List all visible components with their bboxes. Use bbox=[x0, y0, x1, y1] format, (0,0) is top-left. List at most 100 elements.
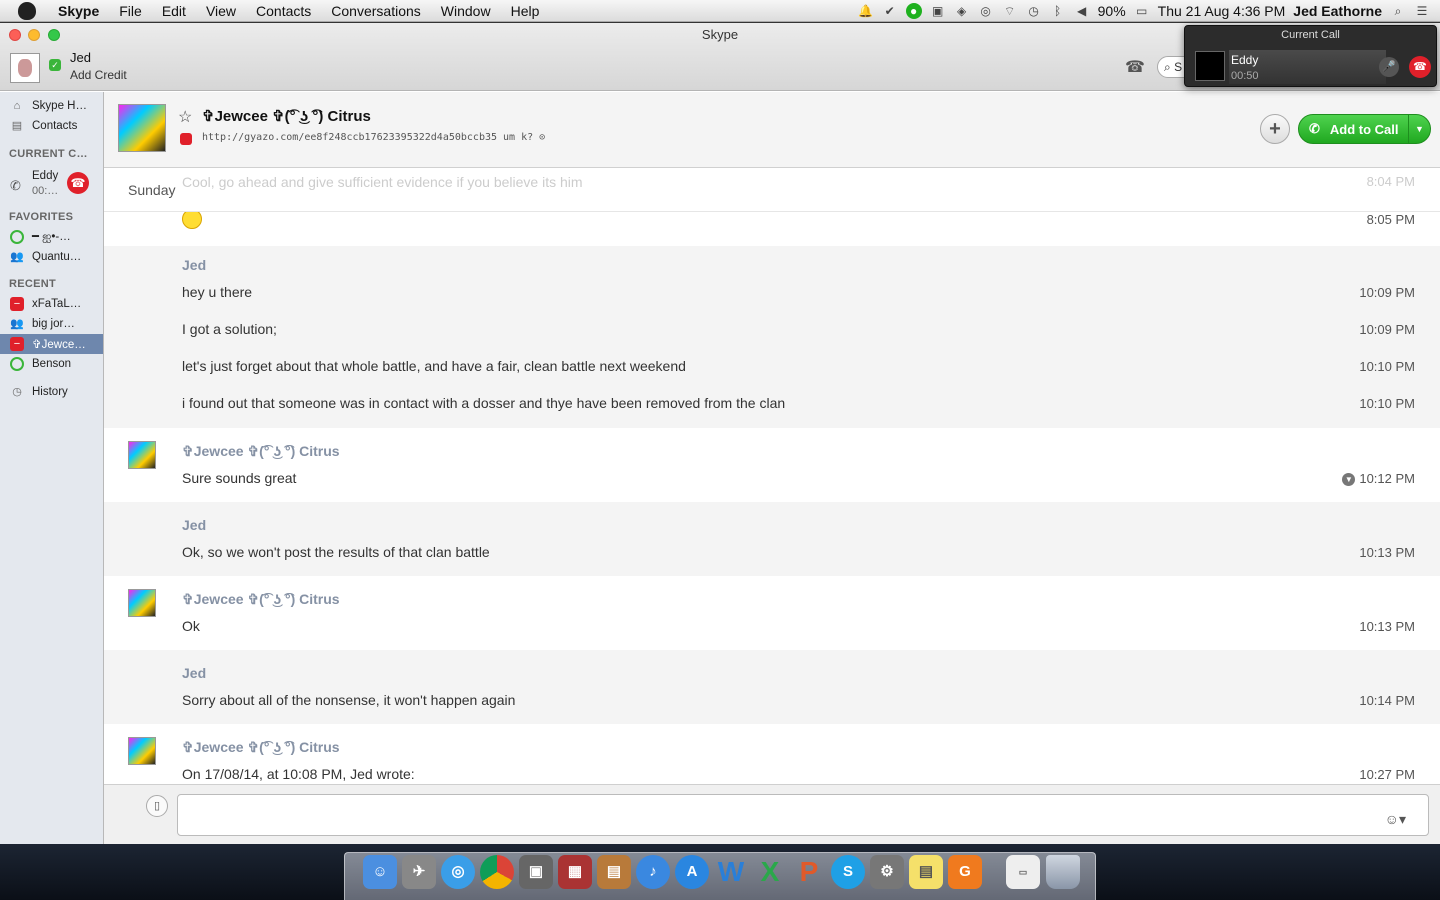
menubar-user[interactable]: Jed Eathorne bbox=[1293, 3, 1382, 19]
document-dock-icon[interactable]: ▭ bbox=[1006, 855, 1040, 889]
menu-view[interactable]: View bbox=[196, 3, 246, 19]
volume-icon[interactable]: ◀ bbox=[1074, 3, 1090, 19]
notification-center-icon[interactable]: ☰ bbox=[1414, 3, 1430, 19]
message-text[interactable]: Sure sounds great bbox=[182, 470, 296, 486]
itunes-dock-icon[interactable]: ♪ bbox=[636, 855, 670, 889]
contact-avatar[interactable] bbox=[128, 589, 156, 617]
contact-avatar[interactable] bbox=[128, 737, 156, 765]
call-video-thumbnail[interactable] bbox=[1195, 51, 1225, 81]
sidebar-item-favorite-1[interactable]: ━ ஐ•-… bbox=[0, 227, 103, 247]
message-text[interactable]: Sorry about all of the nonsense, it won'… bbox=[182, 692, 515, 708]
favorite-star-icon[interactable]: ☆ bbox=[178, 107, 192, 127]
mood-expand-icon[interactable]: ⊙ bbox=[539, 132, 545, 143]
message-options-chevron-icon[interactable]: ▼ bbox=[1342, 473, 1356, 486]
launchpad-dock-icon[interactable]: ✈ bbox=[402, 855, 436, 889]
day-label: Sunday bbox=[128, 182, 176, 198]
sidebar-item-favorite-2[interactable]: 👥 Quantu… bbox=[0, 247, 103, 267]
gift-tray-icon[interactable]: ▣ bbox=[930, 3, 946, 19]
notification-bell-icon[interactable]: 🔔 bbox=[858, 3, 874, 19]
bluetooth-icon[interactable]: ᛒ bbox=[1050, 3, 1066, 19]
menubar-clock[interactable]: Thu 21 Aug 4:36 PM bbox=[1158, 3, 1286, 19]
excel-dock-icon[interactable]: X bbox=[753, 855, 787, 889]
contact-avatar[interactable] bbox=[128, 441, 156, 469]
checkmark-tray-icon[interactable]: ✔ bbox=[882, 3, 898, 19]
sidebar-item-history[interactable]: ◷ History bbox=[0, 382, 103, 402]
call-panel-title: Current Call bbox=[1281, 29, 1340, 41]
system-preferences-dock-icon[interactable]: ⚙ bbox=[870, 855, 904, 889]
iphoto-dock-icon[interactable]: ▤ bbox=[597, 855, 631, 889]
microphone-mute-icon[interactable]: 🎤 bbox=[1379, 57, 1399, 77]
profile-name[interactable]: Jed bbox=[70, 50, 91, 65]
sidebar-label: Quantu… bbox=[32, 251, 82, 263]
message-group-jewcee: ✞Jewcee ✞(͡° ͜ʖ ͡°) Citrus Sure sounds g… bbox=[104, 428, 1440, 502]
group-icon: 👥 bbox=[10, 318, 24, 330]
globe-tray-icon[interactable]: ◎ bbox=[978, 3, 994, 19]
sidebar-item-skype-home[interactable]: ⌂ Skype H… bbox=[0, 96, 103, 116]
chrome-dock-icon[interactable] bbox=[480, 855, 514, 889]
message-text[interactable]: i found out that someone was in contact … bbox=[182, 395, 785, 411]
app-store-dock-icon[interactable]: A bbox=[675, 855, 709, 889]
search-input[interactable]: ⌕ S bbox=[1157, 56, 1187, 78]
current-call-panel[interactable]: Current Call Eddy 00:50 🎤 ☎ bbox=[1184, 25, 1437, 87]
add-credit-link[interactable]: Add Credit bbox=[70, 68, 127, 82]
add-to-call-button[interactable]: ✆ Add to Call ▼ bbox=[1298, 114, 1431, 144]
battery-percent[interactable]: 90% bbox=[1098, 3, 1126, 19]
spotlight-search-icon[interactable]: ⌕ bbox=[1390, 3, 1406, 19]
menu-contacts[interactable]: Contacts bbox=[246, 3, 321, 19]
online-status-icon bbox=[10, 230, 24, 244]
message-text[interactable]: I got a solution; bbox=[182, 321, 277, 337]
menu-app-name[interactable]: Skype bbox=[48, 3, 109, 19]
recent-header: RECENT bbox=[9, 278, 57, 290]
dial-pad-icon[interactable]: ☎ bbox=[1124, 57, 1146, 77]
message-text[interactable]: On 17/08/14, at 10:08 PM, Jed wrote: bbox=[182, 766, 415, 782]
sidebar-item-recent-2[interactable]: 👥 big jor… bbox=[0, 314, 103, 334]
menu-file[interactable]: File bbox=[109, 3, 152, 19]
skype-dock-icon[interactable]: S bbox=[831, 855, 865, 889]
message-text[interactable]: let's just forget about that whole battl… bbox=[182, 358, 686, 374]
skype-status-icon[interactable]: ● bbox=[905, 2, 922, 19]
safari-dock-icon[interactable]: ◎ bbox=[441, 855, 475, 889]
message-time: 10:10 PM bbox=[1359, 359, 1415, 374]
photo-app-dock-icon[interactable]: ▦ bbox=[558, 855, 592, 889]
powerpoint-dock-icon[interactable]: P bbox=[792, 855, 826, 889]
message-sender: Jed bbox=[182, 665, 207, 681]
finder-dock-icon[interactable]: ☺ bbox=[363, 855, 397, 889]
group-icon: 👥 bbox=[10, 251, 24, 263]
wifi-icon[interactable]: ⌔ bbox=[1002, 3, 1018, 19]
word-dock-icon[interactable]: W bbox=[714, 855, 748, 889]
my-avatar[interactable] bbox=[10, 53, 40, 83]
contact-avatar[interactable] bbox=[118, 104, 166, 152]
message-text[interactable]: hey u there bbox=[182, 284, 252, 300]
time-machine-icon[interactable]: ◷ bbox=[1026, 3, 1042, 19]
message-composer: ▯ ☺▾ bbox=[104, 784, 1440, 844]
sidebar-item-recent-3[interactable]: − ✞Jewce… bbox=[0, 334, 103, 354]
battery-icon[interactable]: ▭ bbox=[1134, 3, 1150, 19]
menu-conversations[interactable]: Conversations bbox=[321, 3, 431, 19]
menu-window[interactable]: Window bbox=[431, 3, 501, 19]
shield-tray-icon[interactable]: ◈ bbox=[954, 3, 970, 19]
message-input[interactable]: ☺▾ bbox=[177, 794, 1429, 836]
online-status-icon[interactable]: ✓ bbox=[49, 59, 61, 71]
sidebar-item-recent-4[interactable]: Benson bbox=[0, 354, 103, 374]
sidebar-item-contacts[interactable]: ▤ Contacts bbox=[0, 116, 103, 136]
chevron-down-icon[interactable]: ▼ bbox=[1408, 115, 1430, 143]
add-participants-button[interactable]: + bbox=[1260, 114, 1290, 144]
menu-edit[interactable]: Edit bbox=[152, 3, 196, 19]
message-text[interactable]: Ok bbox=[182, 618, 200, 634]
stickies-dock-icon[interactable]: ▤ bbox=[909, 855, 943, 889]
message-time: 10:12 PM bbox=[1359, 471, 1415, 486]
message-time: 10:09 PM bbox=[1359, 285, 1415, 300]
send-sms-button[interactable]: ▯ bbox=[146, 795, 168, 817]
trash-dock-icon[interactable] bbox=[1046, 855, 1080, 889]
apple-menu-icon[interactable] bbox=[18, 1, 36, 20]
message-sender: ✞Jewcee ✞(͡° ͜ʖ ͡°) Citrus bbox=[182, 443, 340, 459]
sidebar-item-current-call[interactable]: ✆ Eddy 00:… ☎ bbox=[0, 170, 103, 200]
sidebar-item-recent-1[interactable]: − xFaTaL… bbox=[0, 294, 103, 314]
call-panel-end-call-button[interactable]: ☎ bbox=[1409, 56, 1431, 78]
gom-player-dock-icon[interactable]: G bbox=[948, 855, 982, 889]
photo-booth-dock-icon[interactable]: ▣ bbox=[519, 855, 553, 889]
emoticon-picker-icon[interactable]: ☺▾ bbox=[1385, 811, 1406, 828]
message-text[interactable]: Ok, so we won't post the results of that… bbox=[182, 544, 490, 560]
end-call-button[interactable]: ☎ bbox=[67, 172, 89, 194]
menu-help[interactable]: Help bbox=[501, 3, 550, 19]
